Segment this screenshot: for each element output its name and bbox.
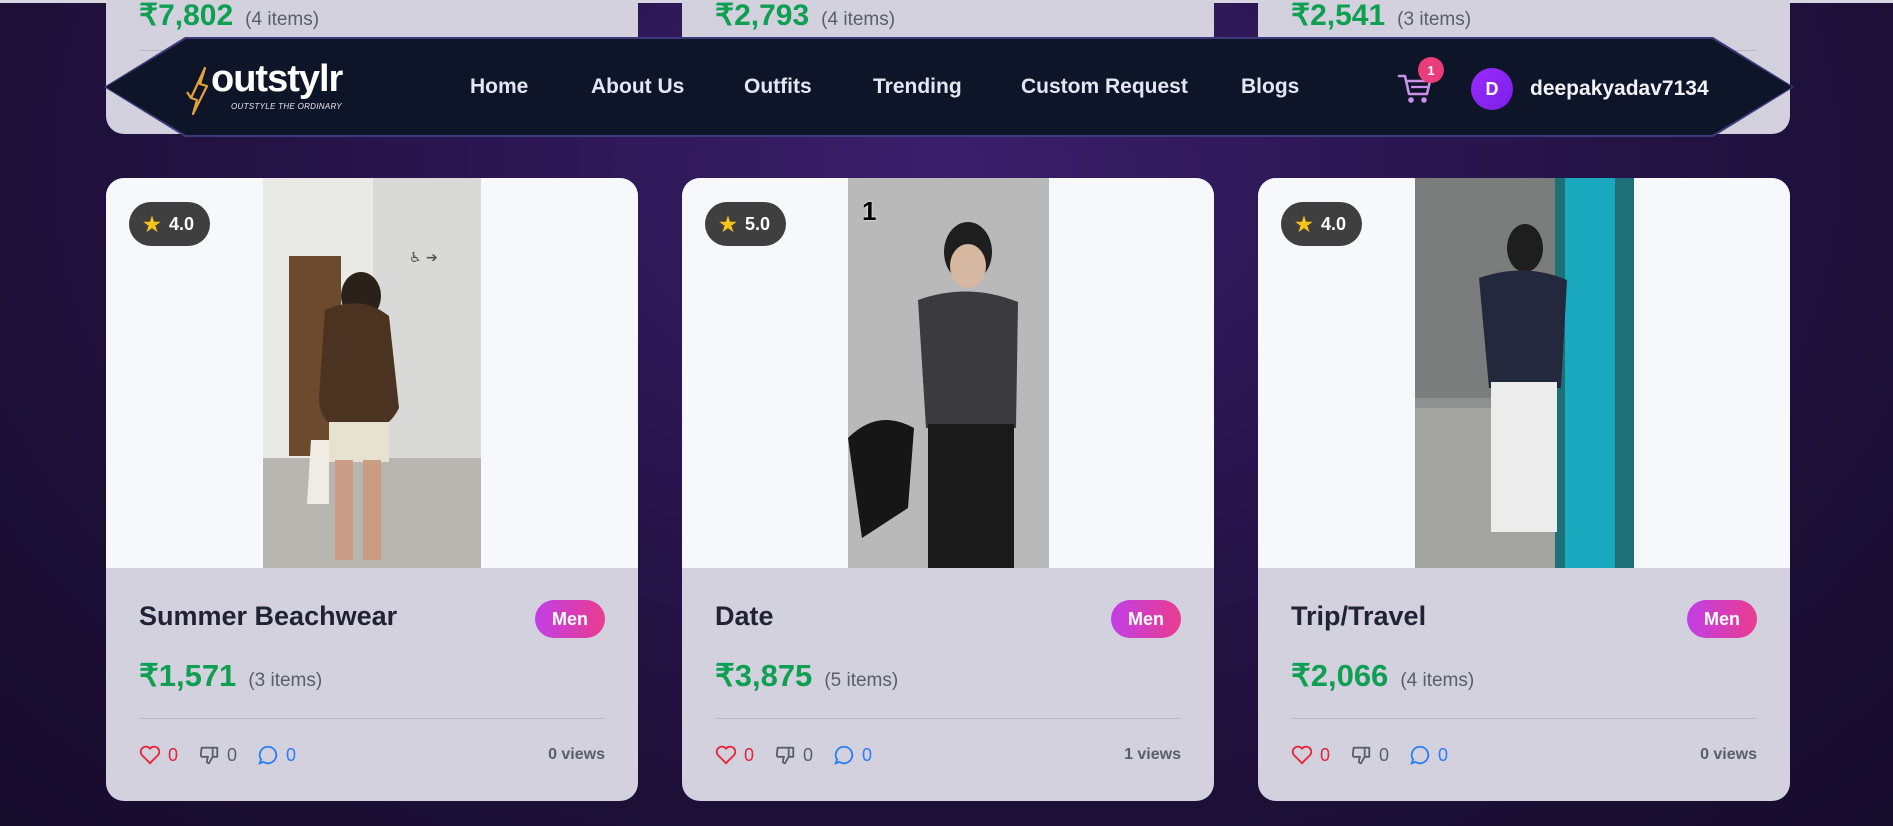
card-actions: 0 0 0 xyxy=(715,744,892,766)
rating-badge: ★ 4.0 xyxy=(1281,202,1362,246)
item-count: (3 items) xyxy=(248,670,323,691)
price: ₹2,793 xyxy=(715,0,810,32)
star-icon: ★ xyxy=(1295,213,1313,236)
dislike-button[interactable]: 0 xyxy=(198,744,237,766)
nav-about-us[interactable]: About Us xyxy=(591,75,684,99)
photo-label: 1 xyxy=(862,196,877,226)
comment-button[interactable]: 0 xyxy=(257,744,296,766)
username[interactable]: deepakyadav7134 xyxy=(1530,77,1709,101)
dislike-button[interactable]: 0 xyxy=(1350,744,1389,766)
gender-tag: Men xyxy=(535,600,605,638)
card-title: Trip/Travel xyxy=(1291,601,1427,631)
price: ₹2,066 xyxy=(1291,658,1389,693)
like-count: 0 xyxy=(744,744,755,765)
price: ₹7,802 xyxy=(139,0,234,32)
rating-value: 4.0 xyxy=(168,213,194,234)
comment-count: 0 xyxy=(1438,744,1449,765)
item-count: (4 items) xyxy=(245,9,320,30)
cart-count-badge: 1 xyxy=(1418,57,1444,83)
price: ₹3,875 xyxy=(715,658,813,693)
item-count: (4 items) xyxy=(1400,670,1475,691)
outfit-card[interactable]: ♿ ➔ ★ 4.0 Summer Beachwear Men ₹1,571 (3… xyxy=(106,178,638,801)
comment-button[interactable]: 0 xyxy=(1409,744,1448,766)
comment-icon xyxy=(258,745,278,765)
comment-icon xyxy=(834,745,854,765)
card-image-area: ★ 4.0 xyxy=(1258,178,1790,568)
item-count: (5 items) xyxy=(824,670,899,691)
dislike-button[interactable]: 0 xyxy=(774,744,813,766)
outfit-photo[interactable]: ♿ ➔ xyxy=(263,178,481,568)
rating-badge: ★ 5.0 xyxy=(705,202,786,246)
like-button[interactable]: 0 xyxy=(1291,745,1330,766)
outfit-card[interactable]: ★ 4.0 Trip/Travel Men ₹2,066 (4 items) 0… xyxy=(1258,178,1790,801)
price: ₹2,541 xyxy=(1291,0,1386,32)
like-count: 0 xyxy=(1320,744,1331,765)
outfit-card[interactable]: 1 ★ 5.0 Date Men ₹3,875 (5 items) 0 0 0 … xyxy=(682,178,1214,801)
thumbs-down-icon xyxy=(775,746,795,765)
star-icon: ★ xyxy=(143,213,161,236)
view-count: 0 views xyxy=(548,746,605,763)
comment-count: 0 xyxy=(286,744,297,765)
card-title: Date xyxy=(715,601,774,631)
card-actions: 0 0 0 xyxy=(139,744,316,766)
comment-icon xyxy=(1410,745,1430,765)
card-actions: 0 0 0 xyxy=(1291,744,1468,766)
gender-tag: Men xyxy=(1111,600,1181,638)
like-button[interactable]: 0 xyxy=(715,745,754,766)
like-button[interactable]: 0 xyxy=(139,745,178,766)
star-icon: ★ xyxy=(719,213,737,236)
avatar[interactable]: D xyxy=(1471,68,1513,110)
dislike-count: 0 xyxy=(227,744,238,765)
dislike-count: 0 xyxy=(803,744,814,765)
divider xyxy=(1291,718,1757,719)
divider xyxy=(139,718,605,719)
heart-icon xyxy=(139,745,161,765)
outfit-photo[interactable] xyxy=(1415,178,1634,568)
card-image-area: 1 ★ 5.0 xyxy=(682,178,1214,568)
nav-home[interactable]: Home xyxy=(470,75,528,99)
thumbs-down-icon xyxy=(199,746,219,765)
svg-text:♿ ➔: ♿ ➔ xyxy=(409,250,438,266)
nav-blogs[interactable]: Blogs xyxy=(1241,75,1299,99)
thumbs-down-icon xyxy=(1351,746,1371,765)
like-count: 0 xyxy=(168,744,179,765)
nav-trending[interactable]: Trending xyxy=(873,75,962,99)
card-title: Summer Beachwear xyxy=(139,601,398,631)
rating-badge: ★ 4.0 xyxy=(129,202,210,246)
heart-icon xyxy=(1291,745,1313,765)
heart-icon xyxy=(715,745,737,765)
view-count: 1 views xyxy=(1124,746,1181,763)
nav-outfits[interactable]: Outfits xyxy=(744,75,812,99)
rating-value: 5.0 xyxy=(744,213,770,234)
gender-tag: Men xyxy=(1687,600,1757,638)
divider xyxy=(715,718,1181,719)
rating-value: 4.0 xyxy=(1320,213,1346,234)
view-count: 0 views xyxy=(1700,746,1757,763)
comment-count: 0 xyxy=(862,744,873,765)
nav-custom-request[interactable]: Custom Request xyxy=(1021,75,1188,99)
item-count: (3 items) xyxy=(1397,9,1472,30)
outfit-photo[interactable] xyxy=(848,178,1049,568)
dislike-count: 0 xyxy=(1379,744,1390,765)
price: ₹1,571 xyxy=(139,658,237,693)
comment-button[interactable]: 0 xyxy=(833,744,872,766)
item-count: (4 items) xyxy=(821,9,896,30)
card-image-area: ♿ ➔ ★ 4.0 xyxy=(106,178,638,568)
